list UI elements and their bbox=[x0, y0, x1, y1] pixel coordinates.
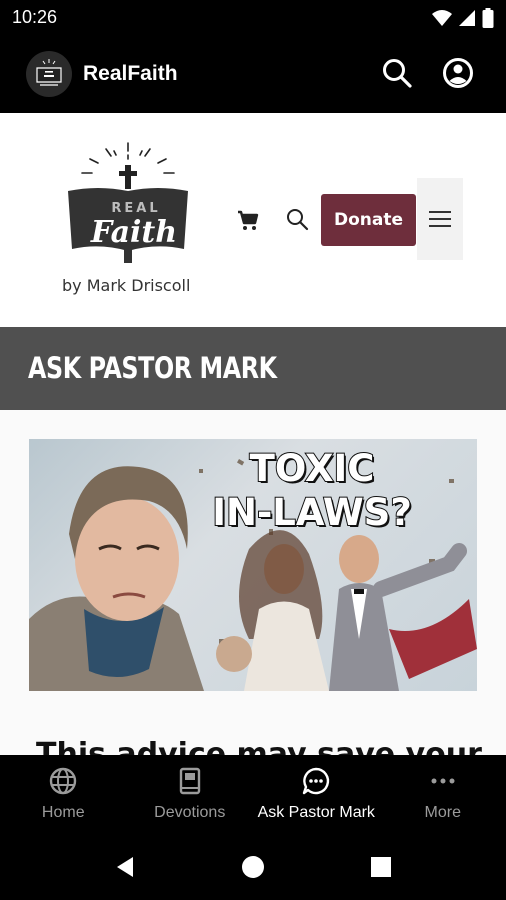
realfaith-logo-icon[interactable] bbox=[26, 51, 72, 97]
article-title[interactable]: This advice may save your bbox=[36, 737, 482, 755]
tab-devotions[interactable]: Devotions bbox=[127, 755, 254, 832]
tab-devotions-label: Devotions bbox=[154, 804, 226, 821]
status-bar: 10:26 bbox=[0, 0, 506, 36]
tab-ask-pastor-mark[interactable]: Ask Pastor Mark bbox=[253, 755, 380, 832]
back-icon[interactable] bbox=[113, 854, 139, 880]
donate-button[interactable]: Donate bbox=[321, 194, 416, 246]
battery-icon bbox=[482, 8, 494, 28]
wifi-icon bbox=[432, 10, 452, 26]
tab-ask-pastor-mark-label: Ask Pastor Mark bbox=[257, 804, 375, 821]
page-banner: ASK PASTOR MARK bbox=[0, 327, 506, 410]
hero-caption: TOXIC IN-LAWS? bbox=[187, 446, 437, 535]
web-content: REAL Faith by Mark Driscoll Donate ASK P… bbox=[0, 113, 506, 755]
app-title: RealFaith bbox=[83, 62, 178, 85]
status-icons bbox=[432, 8, 494, 28]
bottom-nav: Home Devotions Ask Pastor Mark More bbox=[0, 755, 506, 832]
site-search-icon[interactable] bbox=[285, 207, 309, 231]
tab-more-label: More bbox=[424, 804, 461, 821]
logo-word-faith: Faith bbox=[90, 215, 178, 250]
recents-icon[interactable] bbox=[368, 854, 394, 880]
signal-icon bbox=[459, 10, 475, 26]
logo-word-real: REAL bbox=[111, 201, 161, 216]
app-bar: RealFaith bbox=[0, 36, 506, 113]
status-time: 10:26 bbox=[12, 7, 58, 27]
hero-image[interactable]: TOXIC IN-LAWS? bbox=[29, 439, 477, 691]
globe-icon bbox=[50, 767, 77, 795]
account-icon[interactable] bbox=[441, 56, 475, 90]
cart-icon[interactable] bbox=[236, 209, 260, 233]
more-dots-icon bbox=[431, 778, 455, 784]
search-icon[interactable] bbox=[380, 56, 414, 90]
system-nav-bar bbox=[0, 832, 506, 900]
site-header: REAL Faith by Mark Driscoll Donate bbox=[0, 113, 506, 327]
tab-home-label: Home bbox=[41, 804, 85, 821]
hero-caption-line1: TOXIC bbox=[249, 446, 376, 491]
hero-caption-line2: IN-LAWS? bbox=[211, 490, 413, 535]
hamburger-menu-icon[interactable] bbox=[417, 178, 463, 260]
page-title: ASK PASTOR MARK bbox=[28, 351, 277, 385]
home-icon[interactable] bbox=[240, 854, 266, 880]
tab-more[interactable]: More bbox=[380, 755, 506, 832]
logo-byline: by Mark Driscoll bbox=[62, 276, 191, 295]
chat-bubble-icon bbox=[303, 767, 330, 795]
book-icon bbox=[179, 767, 200, 795]
tab-home[interactable]: Home bbox=[0, 755, 127, 832]
